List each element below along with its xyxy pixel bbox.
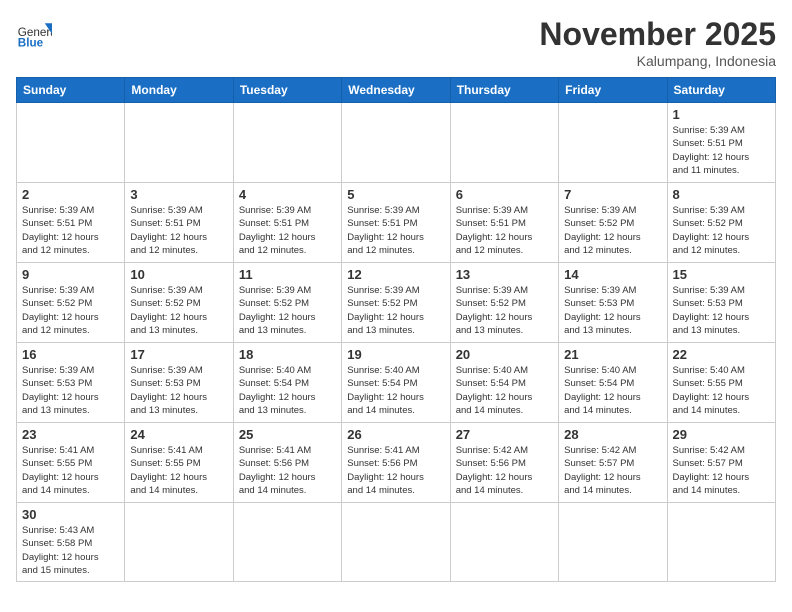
day-18: 18 Sunrise: 5:40 AMSunset: 5:54 PMDaylig… [233, 343, 341, 423]
empty-cell [125, 103, 233, 183]
header-thursday: Thursday [450, 78, 558, 103]
empty-cell [559, 103, 667, 183]
empty-cell [667, 503, 775, 582]
day-20: 20 Sunrise: 5:40 AMSunset: 5:54 PMDaylig… [450, 343, 558, 423]
day-14: 14 Sunrise: 5:39 AMSunset: 5:53 PMDaylig… [559, 263, 667, 343]
day-10: 10 Sunrise: 5:39 AMSunset: 5:52 PMDaylig… [125, 263, 233, 343]
day-8: 8 Sunrise: 5:39 AMSunset: 5:52 PMDayligh… [667, 183, 775, 263]
day-29: 29 Sunrise: 5:42 AMSunset: 5:57 PMDaylig… [667, 423, 775, 503]
day-12: 12 Sunrise: 5:39 AMSunset: 5:52 PMDaylig… [342, 263, 450, 343]
empty-cell [125, 503, 233, 582]
week-row-1: 1 Sunrise: 5:39 AMSunset: 5:51 PMDayligh… [17, 103, 776, 183]
day-4: 4 Sunrise: 5:39 AMSunset: 5:51 PMDayligh… [233, 183, 341, 263]
week-row-4: 16 Sunrise: 5:39 AMSunset: 5:53 PMDaylig… [17, 343, 776, 423]
day-30: 30 Sunrise: 5:43 AMSunset: 5:58 PMDaylig… [17, 503, 125, 582]
day-24: 24 Sunrise: 5:41 AMSunset: 5:55 PMDaylig… [125, 423, 233, 503]
empty-cell [342, 503, 450, 582]
day-23: 23 Sunrise: 5:41 AMSunset: 5:55 PMDaylig… [17, 423, 125, 503]
header-tuesday: Tuesday [233, 78, 341, 103]
day-1: 1 Sunrise: 5:39 AMSunset: 5:51 PMDayligh… [667, 103, 775, 183]
week-row-6: 30 Sunrise: 5:43 AMSunset: 5:58 PMDaylig… [17, 503, 776, 582]
header-wednesday: Wednesday [342, 78, 450, 103]
day-7: 7 Sunrise: 5:39 AMSunset: 5:52 PMDayligh… [559, 183, 667, 263]
header-monday: Monday [125, 78, 233, 103]
day-3: 3 Sunrise: 5:39 AMSunset: 5:51 PMDayligh… [125, 183, 233, 263]
page-header: General Blue November 2025 Kalumpang, In… [16, 16, 776, 69]
day-11: 11 Sunrise: 5:39 AMSunset: 5:52 PMDaylig… [233, 263, 341, 343]
empty-cell [233, 103, 341, 183]
svg-text:Blue: Blue [18, 37, 44, 50]
day-13: 13 Sunrise: 5:39 AMSunset: 5:52 PMDaylig… [450, 263, 558, 343]
weekday-header-row: Sunday Monday Tuesday Wednesday Thursday… [17, 78, 776, 103]
title-area: November 2025 Kalumpang, Indonesia [539, 16, 776, 69]
calendar-table: Sunday Monday Tuesday Wednesday Thursday… [16, 77, 776, 582]
week-row-5: 23 Sunrise: 5:41 AMSunset: 5:55 PMDaylig… [17, 423, 776, 503]
logo-icon: General Blue [16, 16, 52, 52]
day-6: 6 Sunrise: 5:39 AMSunset: 5:51 PMDayligh… [450, 183, 558, 263]
empty-cell [17, 103, 125, 183]
header-friday: Friday [559, 78, 667, 103]
day-9: 9 Sunrise: 5:39 AMSunset: 5:52 PMDayligh… [17, 263, 125, 343]
day-28: 28 Sunrise: 5:42 AMSunset: 5:57 PMDaylig… [559, 423, 667, 503]
empty-cell [233, 503, 341, 582]
day-16: 16 Sunrise: 5:39 AMSunset: 5:53 PMDaylig… [17, 343, 125, 423]
header-sunday: Sunday [17, 78, 125, 103]
empty-cell [450, 503, 558, 582]
day-25: 25 Sunrise: 5:41 AMSunset: 5:56 PMDaylig… [233, 423, 341, 503]
week-row-3: 9 Sunrise: 5:39 AMSunset: 5:52 PMDayligh… [17, 263, 776, 343]
day-21: 21 Sunrise: 5:40 AMSunset: 5:54 PMDaylig… [559, 343, 667, 423]
day-5: 5 Sunrise: 5:39 AMSunset: 5:51 PMDayligh… [342, 183, 450, 263]
location: Kalumpang, Indonesia [539, 53, 776, 69]
header-saturday: Saturday [667, 78, 775, 103]
empty-cell [450, 103, 558, 183]
day-15: 15 Sunrise: 5:39 AMSunset: 5:53 PMDaylig… [667, 263, 775, 343]
day-26: 26 Sunrise: 5:41 AMSunset: 5:56 PMDaylig… [342, 423, 450, 503]
empty-cell [342, 103, 450, 183]
empty-cell [559, 503, 667, 582]
day-17: 17 Sunrise: 5:39 AMSunset: 5:53 PMDaylig… [125, 343, 233, 423]
logo: General Blue [16, 16, 52, 52]
day-19: 19 Sunrise: 5:40 AMSunset: 5:54 PMDaylig… [342, 343, 450, 423]
week-row-2: 2 Sunrise: 5:39 AMSunset: 5:51 PMDayligh… [17, 183, 776, 263]
month-title: November 2025 [539, 16, 776, 53]
day-2: 2 Sunrise: 5:39 AMSunset: 5:51 PMDayligh… [17, 183, 125, 263]
day-27: 27 Sunrise: 5:42 AMSunset: 5:56 PMDaylig… [450, 423, 558, 503]
day-22: 22 Sunrise: 5:40 AMSunset: 5:55 PMDaylig… [667, 343, 775, 423]
